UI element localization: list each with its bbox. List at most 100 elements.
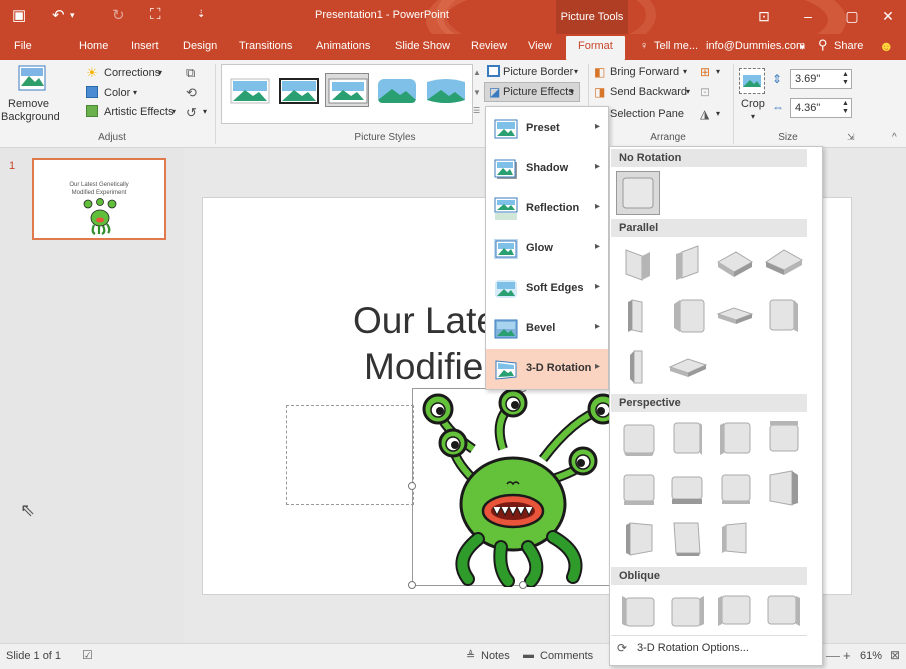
fit-to-window-icon[interactable]: ⊠ <box>890 648 900 662</box>
picture-border-dropdown-icon[interactable]: ▾ <box>574 67 578 76</box>
rotation-option-perspective[interactable] <box>618 467 660 509</box>
rotation-option-parallel[interactable] <box>762 242 804 284</box>
rotation-option-perspective[interactable] <box>762 467 804 509</box>
tab-transitions[interactable]: Transitions <box>239 40 292 52</box>
collapse-ribbon-icon[interactable]: ^ <box>892 132 897 143</box>
crop-icon[interactable] <box>739 68 765 94</box>
minimize-button[interactable]: – <box>786 0 830 34</box>
resize-handle-bottom[interactable] <box>519 581 527 589</box>
menu-item-preset[interactable]: Preset ▸ <box>486 109 608 149</box>
picture-border-button[interactable]: Picture Border <box>503 66 573 78</box>
undo-icon[interactable]: ↶ <box>52 6 65 24</box>
rotate-dropdown-icon[interactable]: ▾ <box>716 109 720 118</box>
gallery-more-icon[interactable]: ☰ <box>473 106 480 115</box>
width-spinner-icon[interactable]: ▲ ▼ <box>842 100 849 116</box>
tab-review[interactable]: Review <box>471 40 507 52</box>
account-name[interactable]: info@Dummies.com <box>706 40 805 52</box>
bring-forward-dropdown-icon[interactable]: ▾ <box>683 67 687 76</box>
start-from-beginning-icon[interactable]: ⛶ <box>150 6 161 23</box>
rotation-option-oblique[interactable] <box>762 590 804 632</box>
rotate-icon[interactable]: ◮ <box>700 107 709 121</box>
rotation-option-oblique[interactable] <box>618 590 660 632</box>
color-button[interactable]: Color <box>104 87 130 99</box>
rotation-option-parallel[interactable] <box>666 345 708 387</box>
change-picture-icon[interactable]: ⟲ <box>186 85 197 101</box>
tab-file[interactable]: File <box>14 40 32 52</box>
zoom-in-icon[interactable]: + <box>843 648 851 663</box>
rotation-option-perspective[interactable] <box>762 417 804 459</box>
picture-style-thumbnail-selected[interactable] <box>325 73 369 107</box>
tab-format[interactable]: Format <box>566 36 625 60</box>
comments-button[interactable]: Comments <box>540 650 593 662</box>
zoom-slider[interactable] <box>826 656 840 657</box>
gallery-scroll-up-icon[interactable]: ▲ <box>473 68 481 77</box>
notes-button[interactable]: Notes <box>481 650 510 662</box>
slide-title-line-2[interactable]: Modifie <box>364 346 483 388</box>
remove-background-icon[interactable] <box>17 64 61 94</box>
rotation-option-perspective[interactable] <box>618 517 660 559</box>
3d-rotation-options-row[interactable]: ⟳ 3-D Rotation Options... <box>611 635 807 661</box>
rotation-option-perspective[interactable] <box>714 467 756 509</box>
selection-pane-button[interactable]: Selection Pane <box>610 108 684 120</box>
crop-button[interactable]: Crop <box>741 98 765 110</box>
align-icon[interactable]: ⊞ <box>700 65 710 79</box>
corrections-dropdown-icon[interactable]: ▾ <box>158 68 162 77</box>
tab-animations[interactable]: Animations <box>316 40 370 52</box>
rotation-option-perspective[interactable] <box>666 517 708 559</box>
remove-background-label-2[interactable]: Background <box>1 111 60 123</box>
slide-title-line-1[interactable]: Our Late <box>353 300 497 342</box>
menu-item-soft-edges[interactable]: Soft Edges ▸ <box>486 269 608 309</box>
remove-background-label-1[interactable]: Remove <box>8 98 49 110</box>
color-dropdown-icon[interactable]: ▾ <box>133 88 137 97</box>
artistic-effects-dropdown-icon[interactable]: ▾ <box>172 107 176 116</box>
account-dropdown-icon[interactable]: ▾ <box>800 42 805 53</box>
tab-insert[interactable]: Insert <box>131 40 159 52</box>
rotation-option-parallel[interactable] <box>618 345 660 387</box>
tab-design[interactable]: Design <box>183 40 217 52</box>
selected-picture-frame[interactable] <box>412 388 642 588</box>
menu-item-glow[interactable]: Glow ▸ <box>486 229 608 269</box>
menu-item-reflection[interactable]: Reflection ▸ <box>486 189 608 229</box>
spell-check-icon[interactable]: ☑ <box>82 648 93 662</box>
text-placeholder[interactable] <box>286 405 414 505</box>
rotation-option-parallel[interactable] <box>714 294 756 336</box>
picture-effects-dropdown-icon[interactable]: ▾ <box>570 87 574 96</box>
gallery-scroll-down-icon[interactable]: ▼ <box>473 88 481 97</box>
rotation-option-oblique[interactable] <box>714 590 756 632</box>
save-icon[interactable]: ▣ <box>12 6 26 24</box>
rotation-option-no-rotation[interactable] <box>616 171 660 215</box>
rotation-option-perspective[interactable] <box>666 467 708 509</box>
crop-dropdown-icon[interactable]: ▾ <box>751 112 755 121</box>
undo-dropdown-icon[interactable]: ▾ <box>70 10 75 21</box>
artistic-effects-button[interactable]: Artistic Effects <box>104 106 173 118</box>
share-button[interactable]: Share <box>834 40 863 52</box>
rotation-option-parallel[interactable] <box>666 242 708 284</box>
tell-me-box[interactable]: Tell me... <box>654 40 698 52</box>
rotation-option-oblique[interactable] <box>666 590 708 632</box>
send-backward-button[interactable]: Send Backward <box>610 86 687 98</box>
rotation-option-perspective[interactable] <box>714 417 756 459</box>
size-dialog-launcher-icon[interactable]: ⇲ <box>847 132 855 143</box>
compress-pictures-icon[interactable]: ⧉ <box>186 65 195 81</box>
picture-style-thumbnail[interactable] <box>423 73 467 107</box>
corrections-button[interactable]: Corrections <box>104 67 160 79</box>
rotation-option-perspective[interactable] <box>714 517 756 559</box>
tab-view[interactable]: View <box>528 40 552 52</box>
rotation-option-parallel[interactable] <box>714 242 756 284</box>
rotation-option-parallel[interactable] <box>666 294 708 336</box>
zoom-level[interactable]: 61% <box>860 650 882 662</box>
bring-forward-button[interactable]: Bring Forward <box>610 66 679 78</box>
resize-handle-bottom-left[interactable] <box>408 581 416 589</box>
close-button[interactable]: ✕ <box>866 0 906 34</box>
submenu-scrollbar[interactable] <box>808 147 822 665</box>
picture-effects-label[interactable]: Picture Effects <box>503 86 574 98</box>
tab-home[interactable]: Home <box>79 40 108 52</box>
reset-picture-dropdown-icon[interactable]: ▾ <box>203 107 207 116</box>
picture-style-thumbnail[interactable] <box>374 73 418 107</box>
rotation-option-perspective[interactable] <box>666 417 708 459</box>
reset-picture-icon[interactable]: ↺ <box>186 105 197 121</box>
ribbon-display-options-icon[interactable]: ⊡ <box>742 0 786 34</box>
send-backward-dropdown-icon[interactable]: ▾ <box>686 87 690 96</box>
picture-style-thumbnail[interactable] <box>276 73 320 107</box>
menu-item-3d-rotation[interactable]: 3-D Rotation ▸ <box>486 349 608 389</box>
